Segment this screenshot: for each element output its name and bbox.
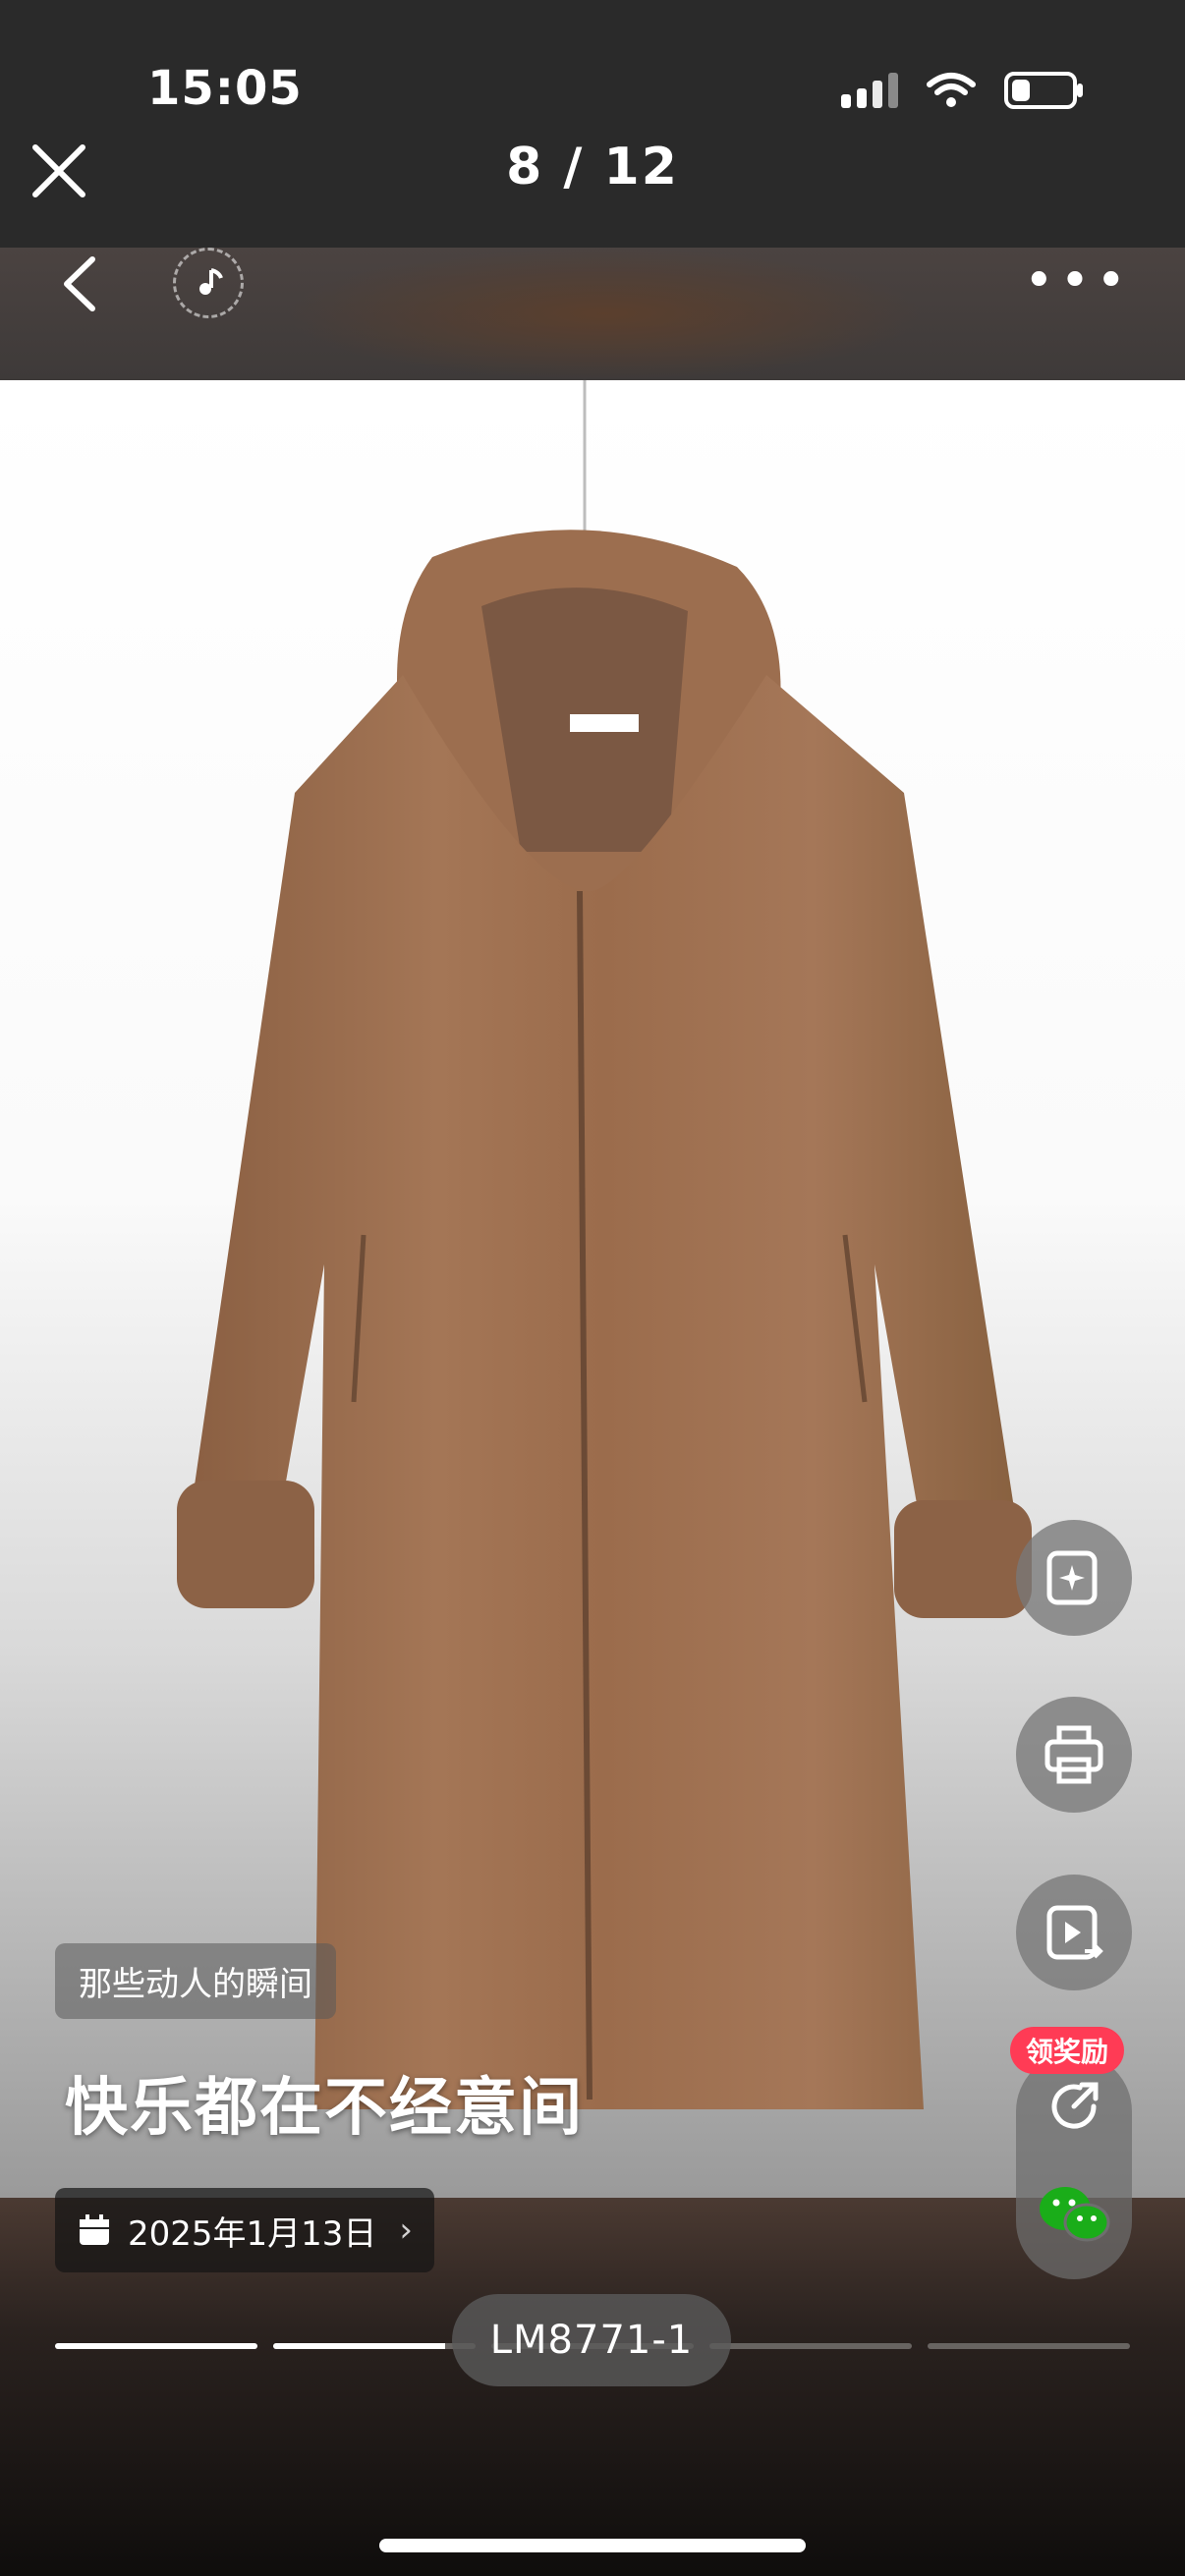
topic-tag[interactable]: 那些动人的瞬间 [55, 1943, 336, 2019]
music-note-icon[interactable] [173, 248, 244, 318]
wechat-icon [1040, 2187, 1110, 2242]
product-photo [0, 380, 1185, 2198]
battery-icon [1004, 72, 1083, 109]
status-icons [841, 71, 1083, 110]
date-chip[interactable]: 2025年1月13日 › [55, 2188, 434, 2272]
progress-segment [928, 2343, 1130, 2349]
post-headline: 快乐都在不经意间 [65, 2072, 584, 2145]
chevron-right-icon: › [399, 2211, 413, 2250]
viewer-header: 15:05 8 / 12 [0, 0, 1185, 248]
share-button[interactable] [1044, 2077, 1103, 2136]
back-arrow-icon[interactable] [55, 250, 104, 318]
wifi-icon [927, 73, 976, 107]
date-text: 2025年1月13日 [128, 2213, 377, 2254]
calendar-icon [80, 2214, 109, 2245]
share-arrow-icon [1051, 2082, 1099, 2129]
wechat-button[interactable] [1038, 2183, 1110, 2246]
sku-pill[interactable]: LM8771-1 [452, 2294, 731, 2386]
video-share-icon [1046, 1905, 1103, 1960]
reward-badge[interactable]: 领奖励 [1010, 2027, 1125, 2074]
status-time: 15:05 [147, 61, 303, 116]
print-button[interactable] [1016, 1697, 1132, 1813]
sparkle-card-icon [1046, 1550, 1098, 1605]
progress-segment [55, 2343, 257, 2349]
image-counter: 8 / 12 [506, 138, 679, 196]
video-share-button[interactable] [1016, 1875, 1132, 1990]
fur-coat-image [177, 380, 1032, 2109]
magic-button[interactable] [1016, 1520, 1132, 1636]
cellular-signal-icon [841, 73, 898, 108]
progress-segment [273, 2343, 476, 2349]
printer-icon [1044, 1725, 1103, 1784]
more-dots-icon[interactable]: ••• [1024, 255, 1132, 307]
progress-segment [709, 2343, 912, 2349]
home-indicator[interactable] [379, 2539, 806, 2552]
